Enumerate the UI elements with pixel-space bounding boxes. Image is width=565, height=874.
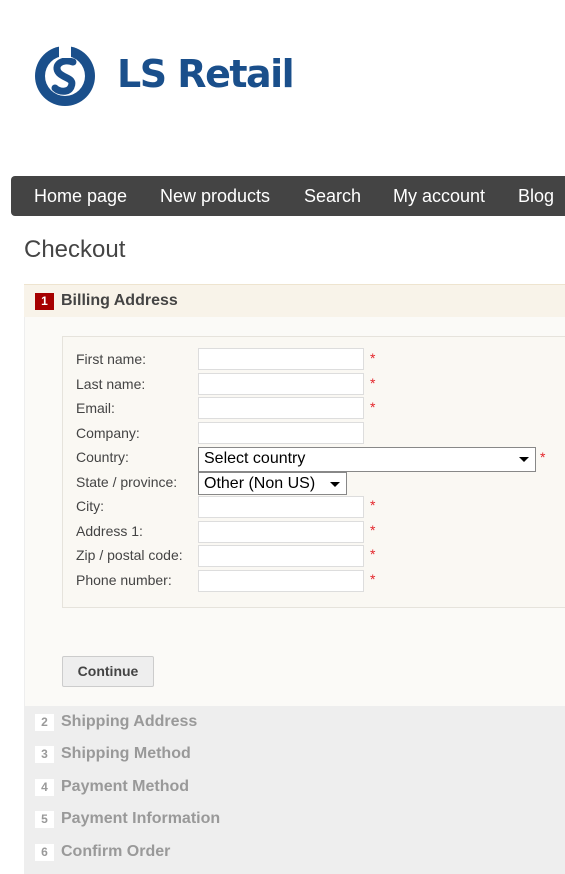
- step-payment-information[interactable]: 5 Payment Information: [24, 803, 565, 835]
- nav-new-products[interactable]: New products: [160, 176, 270, 216]
- state-select[interactable]: Other (Non US): [198, 472, 347, 495]
- step-number: 1: [35, 292, 54, 310]
- last-name-label: Last name:: [76, 376, 146, 392]
- ls-logo-icon: [35, 44, 95, 106]
- step-label: Confirm Order: [61, 843, 171, 860]
- step-number: 5: [35, 810, 54, 828]
- step-shipping-address[interactable]: 2 Shipping Address: [24, 706, 565, 738]
- last-name-field[interactable]: [198, 373, 364, 395]
- step-label: Payment Method: [61, 778, 190, 795]
- logo-text: LS Retail: [117, 52, 295, 96]
- nav-my-account[interactable]: My account: [393, 176, 485, 216]
- country-select[interactable]: Select country: [198, 447, 536, 472]
- chevron-down-icon: [519, 457, 529, 462]
- state-select-value: Other (Non US): [204, 475, 316, 492]
- nav-blog[interactable]: Blog: [518, 176, 554, 216]
- step-label: Shipping Address: [61, 713, 198, 730]
- continue-button[interactable]: Continue: [62, 656, 154, 687]
- step-number: 3: [35, 745, 54, 763]
- step-number: 4: [35, 778, 54, 796]
- country-label: Country:: [76, 449, 129, 465]
- step-label: Shipping Method: [61, 745, 191, 762]
- zip-label: Zip / postal code:: [76, 547, 183, 563]
- phone-label: Phone number:: [76, 572, 172, 588]
- required-mark: *: [370, 522, 376, 538]
- company-label: Company:: [76, 425, 140, 441]
- top-nav: Home page New products Search My account…: [11, 176, 565, 216]
- step-billing-address[interactable]: 1 Billing Address: [24, 284, 565, 317]
- required-mark: *: [370, 399, 376, 415]
- step-confirm-order[interactable]: 6 Confirm Order: [24, 836, 565, 868]
- required-mark: *: [370, 350, 376, 366]
- first-name-label: First name:: [76, 351, 147, 367]
- address1-field[interactable]: [198, 521, 364, 543]
- email-field[interactable]: [198, 397, 364, 419]
- nav-search[interactable]: Search: [304, 176, 361, 216]
- step-payment-method[interactable]: 4 Payment Method: [24, 771, 565, 803]
- email-label: Email:: [76, 400, 115, 416]
- page-title: Checkout: [24, 236, 126, 263]
- required-mark: *: [370, 546, 376, 562]
- company-field[interactable]: [198, 422, 364, 444]
- step-label: Payment Information: [61, 810, 221, 827]
- required-mark: *: [370, 375, 376, 391]
- nav-home-page[interactable]: Home page: [34, 176, 127, 216]
- city-field[interactable]: [198, 496, 364, 518]
- chevron-down-icon: [330, 482, 340, 487]
- step-shipping-method[interactable]: 3 Shipping Method: [24, 738, 565, 770]
- required-mark: *: [370, 571, 376, 587]
- zip-field[interactable]: [198, 545, 364, 567]
- step-number: 2: [35, 713, 54, 731]
- required-mark: *: [370, 497, 376, 513]
- phone-field[interactable]: [198, 570, 364, 592]
- first-name-field[interactable]: [198, 348, 364, 370]
- step-label: Billing Address: [61, 292, 178, 309]
- address1-label: Address 1:: [76, 523, 143, 539]
- country-select-value: Select country: [204, 450, 306, 467]
- state-label: State / province:: [76, 474, 178, 490]
- city-label: City:: [76, 498, 104, 514]
- required-mark: *: [540, 449, 546, 465]
- ls-retail-logo[interactable]: LS Retail: [33, 44, 295, 108]
- step-number: 6: [35, 843, 54, 861]
